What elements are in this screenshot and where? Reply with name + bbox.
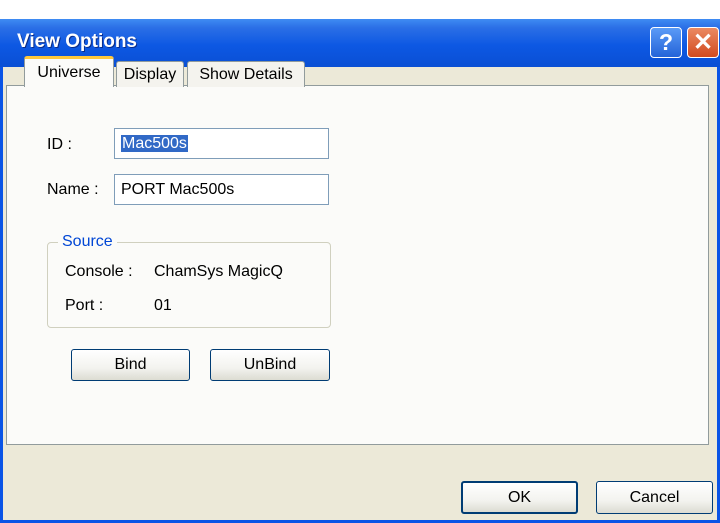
id-label: ID : <box>47 136 72 153</box>
tab-label: Universe <box>37 64 101 81</box>
tab-display[interactable]: Display <box>116 61 184 87</box>
ok-button[interactable]: OK <box>461 481 578 514</box>
console-value: ChamSys MagicQ <box>154 263 283 280</box>
bind-button[interactable]: Bind <box>71 349 190 381</box>
unbind-button[interactable]: UnBind <box>210 349 330 381</box>
name-field[interactable]: PORT Mac500s <box>114 174 329 205</box>
name-value: PORT Mac500s <box>121 181 235 198</box>
cancel-button[interactable]: Cancel <box>596 481 713 514</box>
unbind-button-label: UnBind <box>243 356 297 373</box>
ok-button-label: OK <box>507 488 532 506</box>
port-label: Port : <box>65 297 104 314</box>
close-icon: ✕ <box>692 29 714 56</box>
help-button[interactable]: ? <box>650 27 682 58</box>
console-label: Console : <box>65 263 133 280</box>
tab-label: Show Details <box>199 65 293 83</box>
port-value: 01 <box>154 297 172 314</box>
bind-button-label: Bind <box>114 356 147 373</box>
cancel-button-label: Cancel <box>629 488 680 506</box>
id-value: Mac500s <box>121 135 188 152</box>
close-button[interactable]: ✕ <box>687 27 719 58</box>
source-groupbox <box>47 242 331 328</box>
help-icon: ? <box>658 29 674 55</box>
window-title: View Options <box>17 31 138 52</box>
source-group-title: Source <box>58 233 117 251</box>
tab-show-details[interactable]: Show Details <box>187 61 305 87</box>
id-field[interactable]: Mac500s <box>114 128 329 159</box>
name-label: Name : <box>47 181 99 198</box>
tab-label: Display <box>123 65 177 83</box>
tab-universe[interactable]: Universe <box>24 56 114 87</box>
